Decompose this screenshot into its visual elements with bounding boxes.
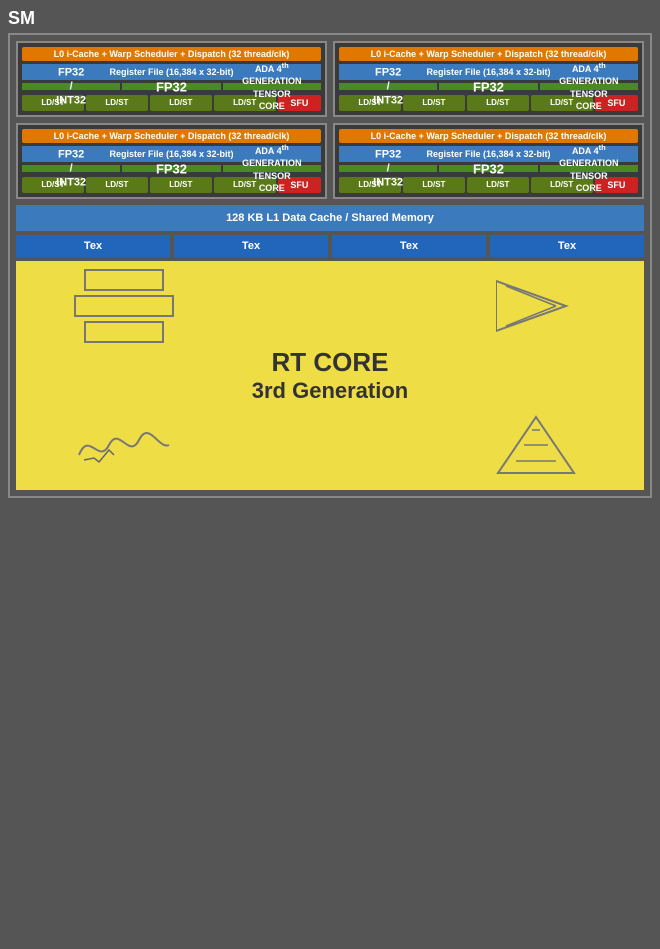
quad-2: L0 i-Cache + Warp Scheduler + Dispatch (… <box>16 123 327 199</box>
ldst-button[interactable]: LD/ST <box>86 177 148 193</box>
bottom-bar: LD/STLD/STLD/STLD/STSFU <box>22 95 321 111</box>
tex-button-1[interactable]: Tex <box>174 235 328 257</box>
sfu-button[interactable]: SFU <box>595 177 638 193</box>
rt-sig-shape <box>24 420 224 470</box>
outer-container: L0 i-Cache + Warp Scheduler + Dispatch (… <box>8 33 652 498</box>
rt-core-main-text: RT CORE 3rd Generation <box>24 347 636 404</box>
fp32-int32-block: FP32/INT32 <box>339 83 437 90</box>
bottom-bar: LD/STLD/STLD/STLD/STSFU <box>339 95 638 111</box>
rt-diagram-left-top <box>24 269 224 343</box>
ldst-button[interactable]: LD/ST <box>22 177 84 193</box>
quad-3: L0 i-Cache + Warp Scheduler + Dispatch (… <box>333 123 644 199</box>
cores-inner: FP32/INT32FP32ADA 4thGENERATIONTENSOR CO… <box>339 83 638 90</box>
ldst-button[interactable]: LD/ST <box>467 177 529 193</box>
ldst-button[interactable]: LD/ST <box>86 95 148 111</box>
l0-bar: L0 i-Cache + Warp Scheduler + Dispatch (… <box>339 129 638 143</box>
fp32-int32-block: FP32/INT32 <box>22 83 120 90</box>
tensor-block: ADA 4thGENERATIONTENSOR CORE <box>540 165 638 172</box>
ldst-button[interactable]: LD/ST <box>467 95 529 111</box>
l0-bar: L0 i-Cache + Warp Scheduler + Dispatch (… <box>22 47 321 61</box>
register-file-bar: Register File (16,384 x 32-bit) <box>339 64 638 80</box>
sm-title: SM <box>8 8 35 29</box>
ldst-button[interactable]: LD/ST <box>22 95 84 111</box>
cores-inner: FP32/INT32FP32ADA 4thGENERATIONTENSOR CO… <box>22 83 321 90</box>
ldst-button[interactable]: LD/ST <box>150 95 212 111</box>
ldst-button[interactable]: LD/ST <box>531 95 593 111</box>
tex-button-2[interactable]: Tex <box>332 235 486 257</box>
tensor-block: ADA 4thGENERATIONTENSOR CORE <box>223 83 321 90</box>
fp32-block: FP32 <box>122 165 220 172</box>
bottom-bar: LD/STLD/STLD/STLD/STSFU <box>339 177 638 193</box>
fp32-block: FP32 <box>122 83 220 90</box>
sfu-button[interactable]: SFU <box>595 95 638 111</box>
fp32-block: FP32 <box>439 83 537 90</box>
ldst-button[interactable]: LD/ST <box>339 177 401 193</box>
l0-bar: L0 i-Cache + Warp Scheduler + Dispatch (… <box>22 129 321 143</box>
l0-bar: L0 i-Cache + Warp Scheduler + Dispatch (… <box>339 47 638 61</box>
fp32-int32-block: FP32/INT32 <box>22 165 120 172</box>
sfu-button[interactable]: SFU <box>278 177 321 193</box>
ldst-button[interactable]: LD/ST <box>214 95 276 111</box>
sfu-button[interactable]: SFU <box>278 95 321 111</box>
cores-inner: FP32/INT32FP32ADA 4thGENERATIONTENSOR CO… <box>22 165 321 172</box>
tensor-block: ADA 4thGENERATIONTENSOR CORE <box>223 165 321 172</box>
register-file-bar: Register File (16,384 x 32-bit) <box>22 64 321 80</box>
ldst-button[interactable]: LD/ST <box>531 177 593 193</box>
quad-1: L0 i-Cache + Warp Scheduler + Dispatch (… <box>333 41 644 117</box>
four-quad-grid: L0 i-Cache + Warp Scheduler + Dispatch (… <box>16 41 644 199</box>
ldst-button[interactable]: LD/ST <box>150 177 212 193</box>
ldst-button[interactable]: LD/ST <box>403 95 465 111</box>
tensor-block: ADA 4thGENERATIONTENSOR CORE <box>540 83 638 90</box>
rt-core-section: RT CORE 3rd Generation <box>16 261 644 490</box>
fp32-int32-block: FP32/INT32 <box>339 165 437 172</box>
l1-cache-bar: 128 KB L1 Data Cache / Shared Memory <box>16 205 644 231</box>
register-file-bar: Register File (16,384 x 32-bit) <box>22 146 321 162</box>
ldst-button[interactable]: LD/ST <box>403 177 465 193</box>
ldst-button[interactable]: LD/ST <box>339 95 401 111</box>
ldst-button[interactable]: LD/ST <box>214 177 276 193</box>
cores-inner: FP32/INT32FP32ADA 4thGENERATIONTENSOR CO… <box>339 165 638 172</box>
rt-bottom-triangle <box>436 415 636 475</box>
register-file-bar: Register File (16,384 x 32-bit) <box>339 146 638 162</box>
tex-button-3[interactable]: Tex <box>490 235 644 257</box>
rt-triangle-right <box>436 276 636 336</box>
tex-button-0[interactable]: Tex <box>16 235 170 257</box>
bottom-bar: LD/STLD/STLD/STLD/STSFU <box>22 177 321 193</box>
quad-0: L0 i-Cache + Warp Scheduler + Dispatch (… <box>16 41 327 117</box>
tex-bar: TexTexTexTex <box>16 235 644 257</box>
fp32-block: FP32 <box>439 165 537 172</box>
